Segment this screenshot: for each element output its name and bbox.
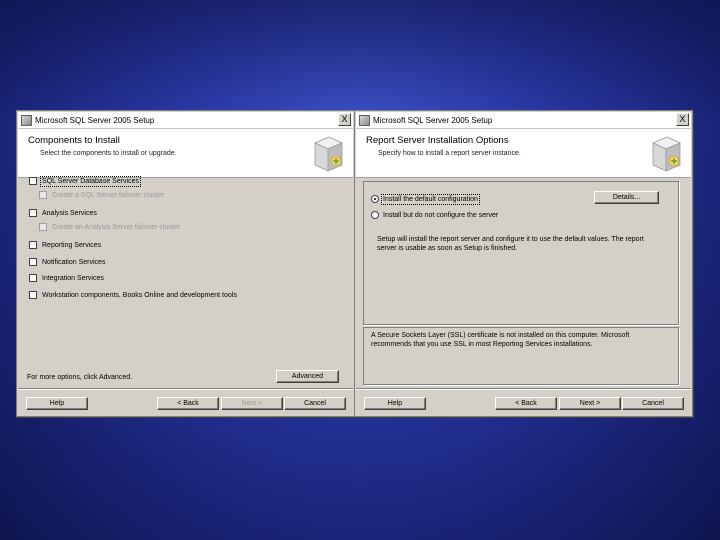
page-title: Report Server Installation Options bbox=[366, 135, 509, 146]
window-title: Microsoft SQL Server 2005 Setup bbox=[373, 115, 493, 125]
component-item[interactable]: Analysis Services bbox=[29, 209, 97, 217]
window-title: Microsoft SQL Server 2005 Setup bbox=[35, 115, 155, 125]
details-button[interactable]: Details... bbox=[594, 191, 659, 204]
components-dialog: Microsoft SQL Server 2005 Setup X Compon… bbox=[16, 110, 355, 417]
component-item[interactable]: Reporting Services bbox=[29, 241, 101, 249]
component-checkbox bbox=[39, 191, 47, 199]
next-button[interactable]: Next > bbox=[559, 397, 621, 410]
component-label: Workstation components, Books Online and… bbox=[42, 291, 237, 299]
install-description: Setup will install the report server and… bbox=[377, 236, 644, 252]
close-icon[interactable]: X bbox=[676, 113, 689, 126]
advanced-button[interactable]: Advanced bbox=[276, 370, 339, 383]
footer-separator bbox=[18, 388, 353, 390]
component-item: Create an Analysis Server failover clust… bbox=[39, 223, 180, 231]
component-checkbox[interactable] bbox=[29, 258, 37, 266]
component-item: Create a SQL Server failover cluster bbox=[39, 191, 164, 199]
component-label: Analysis Services bbox=[42, 209, 97, 217]
component-label: Create a SQL Server failover cluster bbox=[52, 191, 165, 199]
setup-app-icon bbox=[359, 114, 370, 126]
component-checkbox[interactable] bbox=[29, 209, 37, 217]
title-bar: Microsoft SQL Server 2005 Setup X bbox=[18, 112, 353, 129]
cancel-button[interactable]: Cancel bbox=[622, 397, 684, 410]
wizard-header: Report Server Installation Options Speci… bbox=[356, 129, 691, 178]
component-item[interactable]: Workstation components, Books Online and… bbox=[29, 291, 237, 299]
component-label: SQL Server Database Services bbox=[39, 175, 142, 187]
component-label: Integration Services bbox=[42, 274, 104, 282]
help-button[interactable]: Help bbox=[26, 397, 88, 410]
component-checkbox bbox=[39, 223, 47, 231]
package-box-icon bbox=[314, 136, 343, 172]
title-bar: Microsoft SQL Server 2005 Setup X bbox=[356, 112, 691, 129]
back-button[interactable]: < Back bbox=[157, 397, 219, 410]
component-label: Notification Services bbox=[42, 258, 106, 266]
component-item[interactable]: Notification Services bbox=[29, 258, 105, 266]
radio-label: Install but do not configure the server bbox=[383, 211, 499, 219]
ssl-warning-text: A Secure Sockets Layer (SSL) certificate… bbox=[371, 332, 630, 348]
radio-button[interactable] bbox=[371, 211, 379, 219]
package-box-icon bbox=[652, 136, 681, 172]
radio-install-noconfig[interactable]: Install but do not configure the server bbox=[371, 211, 498, 219]
component-checkbox[interactable] bbox=[29, 291, 37, 299]
background-band bbox=[0, 0, 720, 120]
page-subtitle: Specify how to install a report server i… bbox=[378, 150, 521, 157]
component-label: Reporting Services bbox=[42, 241, 102, 249]
component-item[interactable]: SQL Server Database Services bbox=[29, 175, 142, 187]
component-checkbox[interactable] bbox=[29, 274, 37, 282]
back-button[interactable]: < Back bbox=[495, 397, 557, 410]
radio-install-default[interactable]: Install the default configuration bbox=[371, 193, 480, 205]
help-button[interactable]: Help bbox=[364, 397, 426, 410]
page-title: Components to Install bbox=[28, 135, 120, 146]
setup-app-icon bbox=[21, 114, 32, 126]
component-label: Create an Analysis Server failover clust… bbox=[52, 223, 180, 231]
component-checkbox[interactable] bbox=[29, 241, 37, 249]
cancel-button[interactable]: Cancel bbox=[284, 397, 346, 410]
radio-button[interactable] bbox=[371, 195, 379, 203]
close-icon[interactable]: X bbox=[338, 113, 351, 126]
component-checkbox[interactable] bbox=[29, 177, 37, 185]
advanced-hint: For more options, click Advanced. bbox=[27, 374, 133, 381]
radio-label: Install the default configuration bbox=[381, 193, 480, 205]
page-subtitle: Select the components to install or upgr… bbox=[40, 150, 177, 157]
wizard-header: Components to Install Select the compone… bbox=[18, 129, 353, 178]
report-server-dialog: Microsoft SQL Server 2005 Setup X Report… bbox=[354, 110, 693, 417]
component-item[interactable]: Integration Services bbox=[29, 274, 104, 282]
footer-separator bbox=[356, 388, 691, 390]
next-button[interactable]: Next > bbox=[221, 397, 283, 410]
